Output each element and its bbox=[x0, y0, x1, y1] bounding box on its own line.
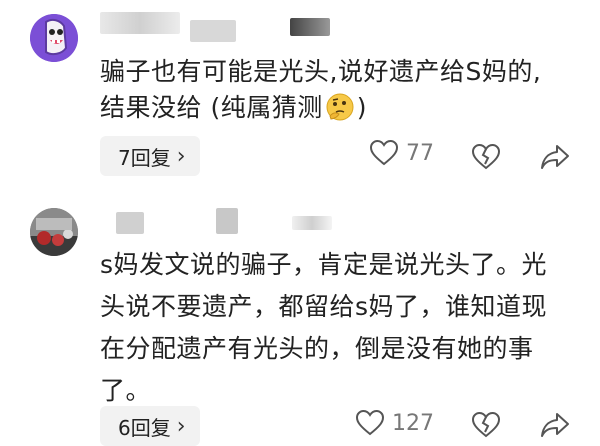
like-button[interactable]: 127 bbox=[356, 410, 434, 436]
username-redacted[interactable] bbox=[116, 212, 144, 234]
comment-line: s妈发文说的骗子，肯定是说光头了。光 bbox=[100, 250, 548, 279]
comment-line: 头说不要遗产，都留给s妈了，谁知道现 bbox=[100, 292, 548, 321]
username-redacted bbox=[216, 208, 238, 234]
reply-count-label: 7回复 bbox=[118, 145, 171, 170]
username-redacted bbox=[292, 216, 332, 230]
chevron-right-icon: › bbox=[176, 143, 186, 169]
comment-line-text: 结果没给 (纯属猜测 bbox=[100, 93, 323, 122]
share-button[interactable] bbox=[540, 412, 570, 438]
comment-text: 骗子也有可能是光头,说好遗产给S妈的, 结果没给 (纯属猜测 ) bbox=[100, 54, 590, 132]
comment-line: 在分配遗产有光头的，倒是没有她的事 bbox=[100, 334, 534, 363]
heart-icon bbox=[370, 140, 398, 166]
broken-heart-icon bbox=[472, 144, 500, 170]
comment-line: 骗子也有可能是光头,说好遗产给S妈的, bbox=[100, 57, 542, 86]
like-button[interactable]: 77 bbox=[370, 140, 434, 166]
broken-heart-icon bbox=[472, 412, 500, 438]
chevron-right-icon: › bbox=[176, 413, 186, 439]
like-count: 77 bbox=[406, 140, 434, 166]
username-redacted bbox=[290, 18, 330, 36]
share-button[interactable] bbox=[540, 144, 570, 170]
username-redacted bbox=[190, 20, 236, 42]
like-count: 127 bbox=[392, 410, 434, 436]
share-arrow-icon bbox=[541, 413, 569, 437]
avatar[interactable] bbox=[30, 14, 78, 62]
heart-icon bbox=[356, 410, 384, 436]
view-replies-button[interactable]: 7回复 › bbox=[100, 136, 200, 176]
comment-line: 结果没给 (纯属猜测 ) bbox=[100, 90, 590, 132]
thinking-face-emoji-icon bbox=[325, 92, 355, 132]
dislike-button[interactable] bbox=[472, 144, 500, 170]
share-arrow-icon bbox=[541, 145, 569, 169]
reply-count-label: 6回复 bbox=[118, 415, 171, 440]
username-redacted[interactable] bbox=[100, 12, 180, 34]
avatar[interactable] bbox=[30, 208, 78, 256]
avatar-image bbox=[30, 208, 78, 256]
view-replies-button[interactable]: 6回复 › bbox=[100, 406, 200, 446]
avatar-image bbox=[30, 14, 78, 62]
comment-text: s妈发文说的骗子，肯定是说光头了。光 头说不要遗产，都留给s妈了，谁知道现 在分… bbox=[100, 244, 590, 412]
dislike-button[interactable] bbox=[472, 412, 500, 438]
comment-line-text: ) bbox=[356, 93, 367, 122]
